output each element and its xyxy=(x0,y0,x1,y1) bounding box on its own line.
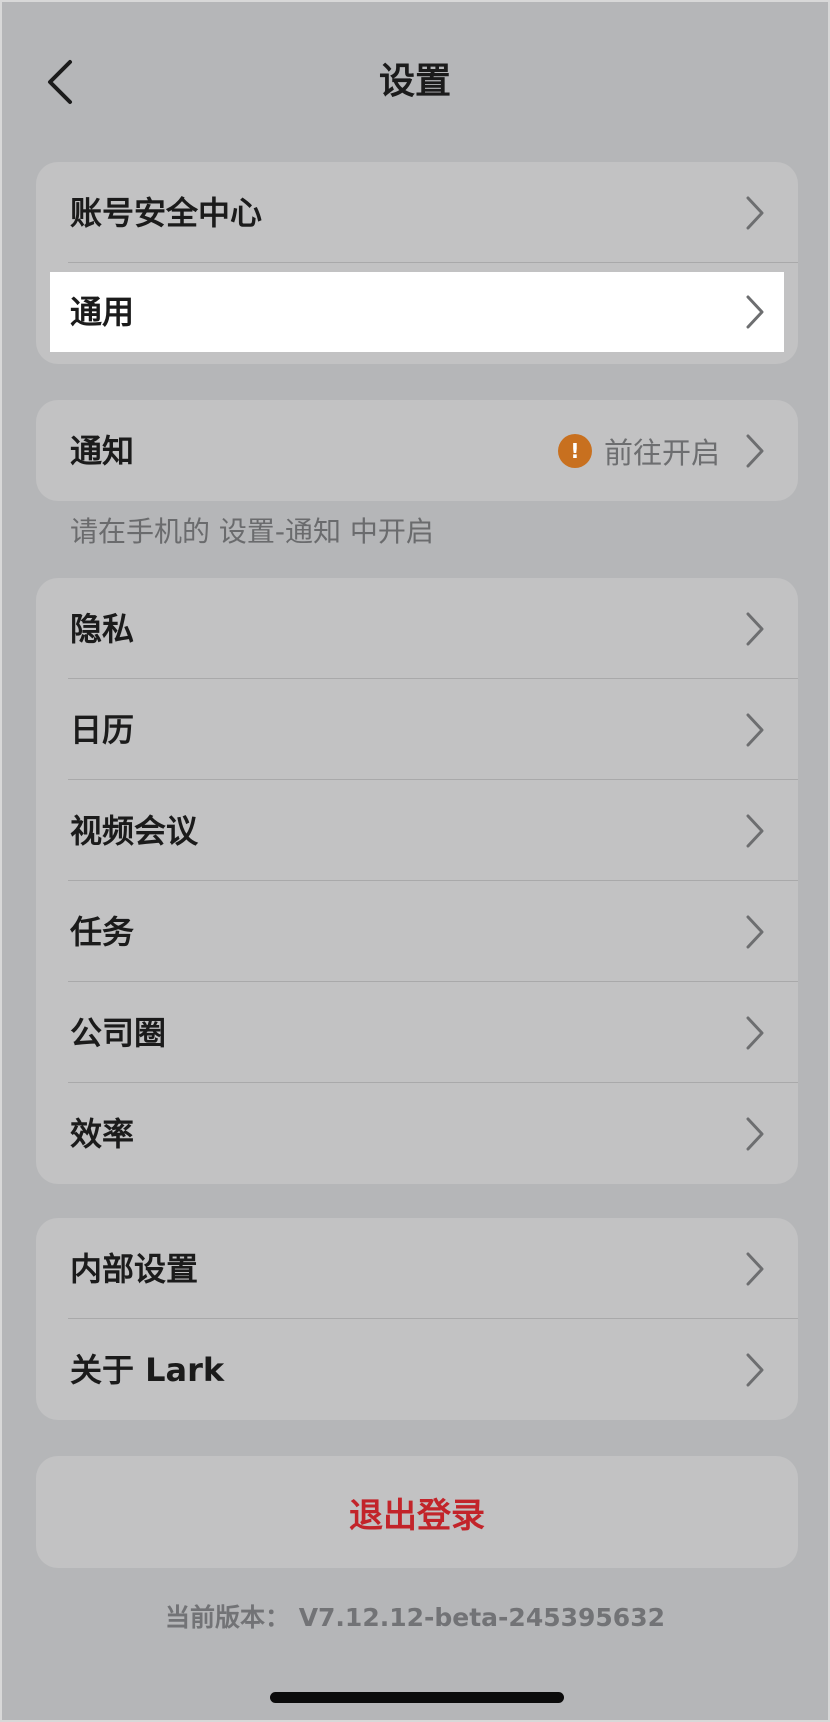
page-title: 设置 xyxy=(378,61,451,102)
row-label: 通用 xyxy=(70,293,135,331)
row-label: 关于 Lark xyxy=(70,1350,225,1389)
row-privacy[interactable]: 隐私 xyxy=(36,578,798,679)
row-internal-settings[interactable]: 内部设置 xyxy=(36,1218,798,1319)
row-label: 账号安全中心 xyxy=(70,193,263,232)
row-tasks[interactable]: 任务 xyxy=(36,881,798,982)
features-group: 隐私 日历 视频会议 任务 公司圈 效率 xyxy=(36,578,798,1184)
chevron-right-icon xyxy=(746,1353,764,1386)
row-label: 公司圈 xyxy=(70,1013,167,1052)
warning-icon: ! xyxy=(557,433,592,468)
row-video-meeting[interactable]: 视频会议 xyxy=(36,780,798,881)
row-efficiency[interactable]: 效率 xyxy=(36,1083,798,1184)
chevron-right-icon xyxy=(746,713,764,746)
notification-action: 前往开启 xyxy=(603,435,720,470)
nav-header: 设置 xyxy=(0,40,830,124)
chevron-right-icon xyxy=(746,814,764,847)
row-label: 视频会议 xyxy=(70,811,199,850)
misc-group: 内部设置 关于 Lark xyxy=(36,1218,798,1420)
home-indicator[interactable] xyxy=(270,1692,564,1703)
row-calendar[interactable]: 日历 xyxy=(36,679,798,780)
row-label: 内部设置 xyxy=(70,1249,199,1288)
logout-label: 退出登录 xyxy=(349,1495,485,1536)
row-label: 通知 xyxy=(70,431,135,470)
row-company-circle[interactable]: 公司圈 xyxy=(36,982,798,1083)
notification-hint: 请在手机的 设置-通知 中开启 xyxy=(70,515,434,548)
chevron-right-icon xyxy=(746,1252,764,1285)
chevron-right-icon xyxy=(746,915,764,948)
row-account-security[interactable]: 账号安全中心 xyxy=(36,162,798,263)
row-general[interactable]: 通用 xyxy=(50,272,784,352)
version-text: 当前版本： V7.12.12-beta-245395632 xyxy=(164,1603,665,1632)
chevron-right-icon xyxy=(746,295,764,329)
notification-group: 通知 ! 前往开启 xyxy=(36,400,798,501)
logout-button[interactable]: 退出登录 xyxy=(36,1456,798,1568)
chevron-right-icon xyxy=(746,196,764,229)
row-notification[interactable]: 通知 ! 前往开启 xyxy=(36,400,798,501)
notification-status: ! 前往开启 xyxy=(557,430,720,472)
row-about-lark[interactable]: 关于 Lark xyxy=(36,1319,798,1420)
row-label: 任务 xyxy=(70,912,135,951)
account-group: 账号安全中心 通用 xyxy=(36,162,798,364)
chevron-right-icon xyxy=(746,434,764,467)
row-label: 日历 xyxy=(70,710,135,749)
row-label: 隐私 xyxy=(70,609,135,648)
row-label: 效率 xyxy=(70,1114,135,1153)
chevron-right-icon xyxy=(746,1117,764,1150)
chevron-right-icon xyxy=(746,612,764,645)
chevron-right-icon xyxy=(746,1016,764,1049)
